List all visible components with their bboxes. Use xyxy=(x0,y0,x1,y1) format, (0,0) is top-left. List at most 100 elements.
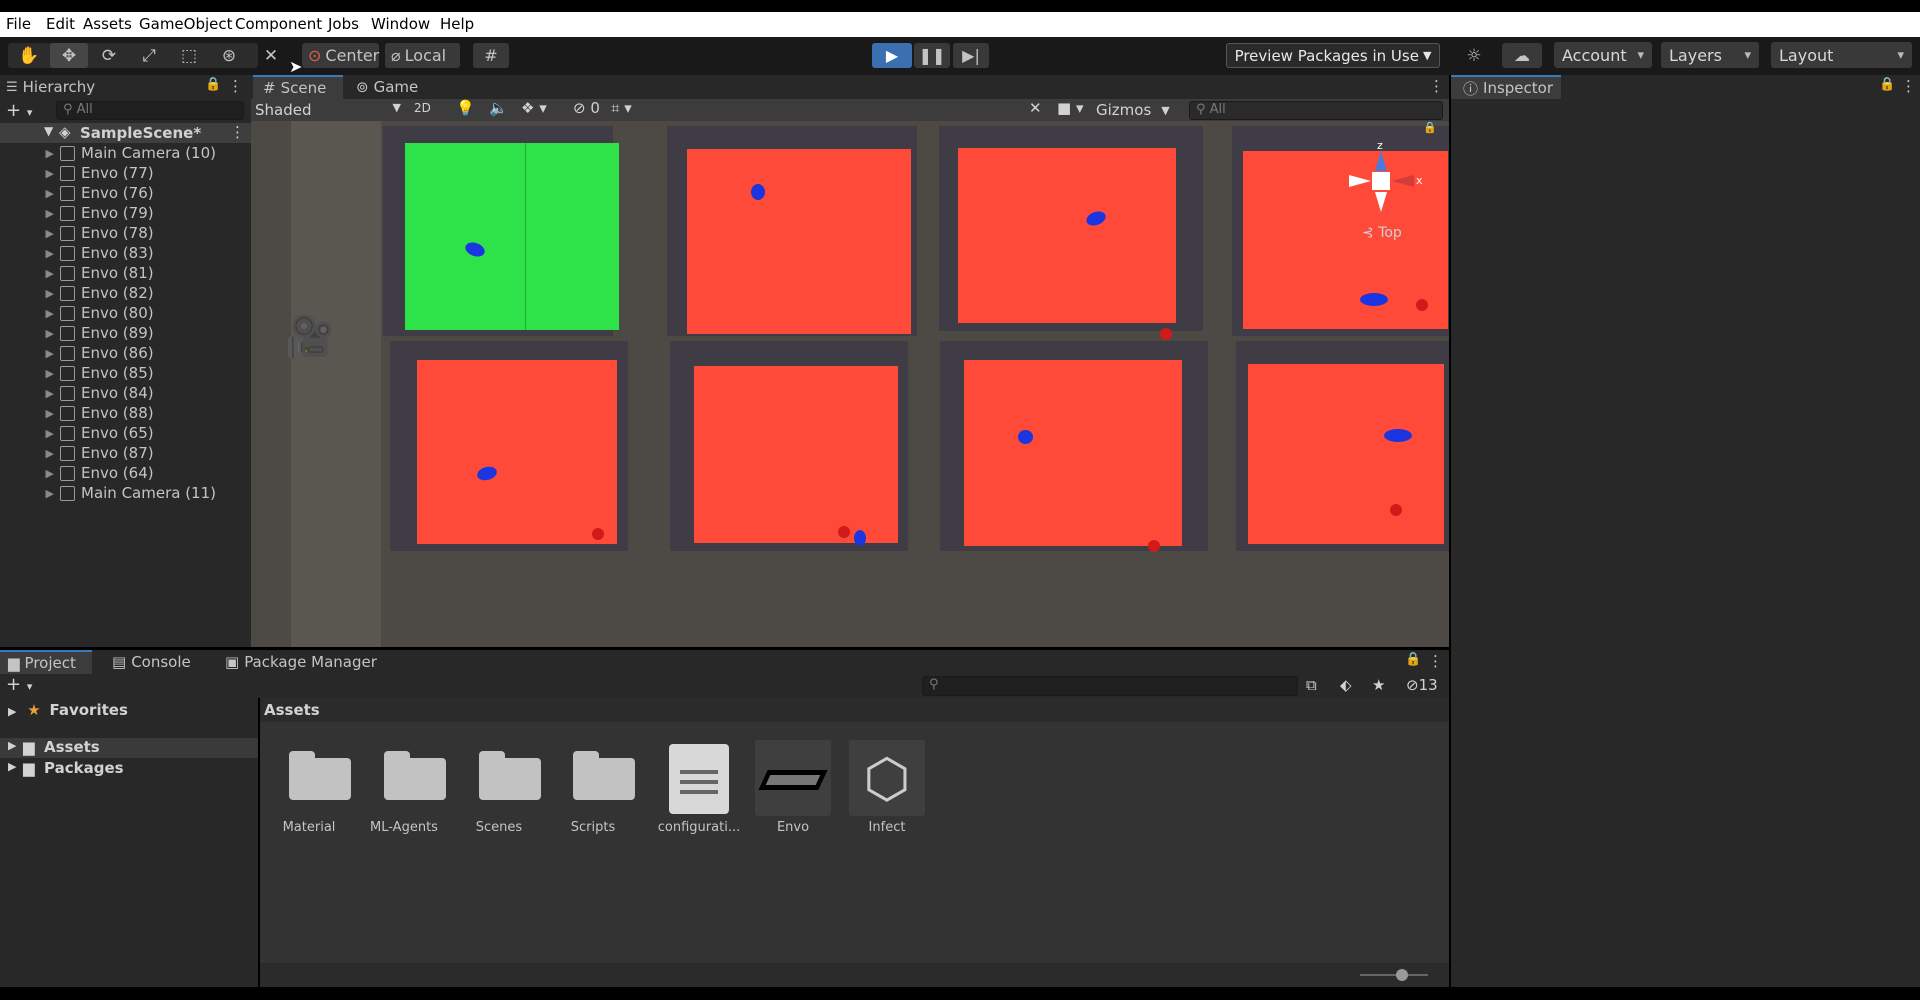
lighting-toggle-icon[interactable]: 💡 xyxy=(456,99,475,117)
scale-tool-icon[interactable]: ⤢ xyxy=(130,43,168,68)
folder-scenes-icon[interactable] xyxy=(479,748,541,800)
menu-component[interactable]: Component xyxy=(235,15,322,33)
expand-arrow-icon[interactable]: ▶ xyxy=(0,227,60,240)
agent-red[interactable] xyxy=(1148,540,1160,552)
create-asset-icon[interactable]: + ▾ xyxy=(6,674,32,695)
environment-top-2[interactable] xyxy=(667,126,917,354)
agent-blue[interactable] xyxy=(463,239,487,260)
agent-blue[interactable] xyxy=(1360,293,1388,306)
hierarchy-item[interactable]: ▶ Envo (87) xyxy=(0,443,251,463)
project-lock-icon[interactable]: 🔒 xyxy=(1405,652,1421,667)
negative-x-cone[interactable] xyxy=(1349,175,1371,187)
move-tool-icon[interactable]: ✥ xyxy=(50,43,88,68)
effects-toggle-icon[interactable]: ❖ ▾ xyxy=(521,99,547,117)
expand-arrow-icon[interactable]: ▼ xyxy=(44,124,53,138)
tab-console[interactable]: ▤ Console xyxy=(112,650,191,674)
hierarchy-item[interactable]: ▶ Envo (65) xyxy=(0,423,251,443)
environment-bottom-1[interactable] xyxy=(390,341,628,551)
audio-toggle-icon[interactable]: 🔈 xyxy=(489,99,508,117)
expand-arrow-icon[interactable]: ▶ xyxy=(0,187,60,200)
hierarchy-item[interactable]: ▶ Envo (83) xyxy=(0,243,251,263)
rect-tool-icon[interactable]: ⬚ xyxy=(170,43,208,68)
expand-arrow-icon[interactable]: ▶ xyxy=(0,307,60,320)
text-file-icon[interactable] xyxy=(669,744,729,814)
hierarchy-item[interactable]: ▶ Envo (80) xyxy=(0,303,251,323)
hierarchy-item[interactable]: ▶ Main Camera (11) xyxy=(0,483,251,503)
project-more-icon[interactable]: ⋮ xyxy=(1428,652,1443,670)
scene-menu-icon[interactable]: ⋮ xyxy=(230,123,245,141)
hierarchy-item[interactable]: ▶ Envo (89) xyxy=(0,323,251,343)
visibility-toggle-icon[interactable]: ⊘ 0 xyxy=(573,99,600,117)
environment-top-3[interactable] xyxy=(939,126,1203,340)
project-search-input[interactable]: ⚲ xyxy=(922,676,1298,696)
menu-jobs[interactable]: Jobs xyxy=(328,15,359,33)
gizmo-lock-icon[interactable]: 🔒 xyxy=(1423,121,1437,134)
inspector-more-icon[interactable]: ⋮ xyxy=(1901,77,1916,95)
custom-tool-icon[interactable]: ✕ xyxy=(252,43,290,68)
grid-snap-button[interactable]: # xyxy=(473,43,509,68)
z-axis-cone[interactable] xyxy=(1375,151,1387,171)
model-infect-icon[interactable]: ⬡ xyxy=(849,740,925,816)
scene-orientation-gizmo[interactable]: z x ⊰ Top xyxy=(1346,139,1436,259)
agent-blue[interactable] xyxy=(1018,430,1033,444)
step-button[interactable]: ▶| xyxy=(953,43,989,68)
hidden-packages-toggle[interactable]: ⊘13 xyxy=(1406,676,1438,694)
expand-arrow-icon[interactable]: ▶ xyxy=(0,207,60,220)
add-object-icon[interactable]: + ▾ xyxy=(6,100,32,121)
expand-arrow-icon[interactable]: ▶ xyxy=(0,147,60,160)
agent-red[interactable] xyxy=(838,526,850,538)
asset-breadcrumb[interactable]: Assets xyxy=(260,698,1449,722)
packages-tree-row[interactable]: ▶ ▆ Packages xyxy=(0,759,258,779)
environment-top-1[interactable] xyxy=(383,126,619,355)
expand-arrow-icon[interactable]: ▶ xyxy=(0,427,60,440)
hierarchy-item[interactable]: ▶ Main Camera (10) xyxy=(0,143,251,163)
agent-blue[interactable] xyxy=(854,530,866,546)
gizmos-dropdown[interactable]: Gizmos ▼ xyxy=(1096,99,1176,121)
cloud-button[interactable]: ☁ xyxy=(1502,43,1542,68)
folder-ml-agents-icon[interactable] xyxy=(384,748,446,800)
folder-material-icon[interactable] xyxy=(289,748,351,800)
layers-dropdown[interactable]: Layers xyxy=(1661,42,1759,68)
expand-arrow-icon[interactable]: ▶ xyxy=(0,367,60,380)
transform-tool-icon[interactable]: ⊛ xyxy=(210,43,248,68)
folder-scripts-icon[interactable] xyxy=(573,748,635,800)
scene-row[interactable]: ▼ ◈ SampleScene* ⋮ xyxy=(0,123,251,143)
scene-search-input[interactable]: ⚲ All xyxy=(1189,101,1443,120)
agent-blue[interactable] xyxy=(475,464,499,483)
preview-packages-button[interactable]: Preview Packages in Use ▼ xyxy=(1226,43,1440,68)
expand-arrow-icon[interactable]: ▶ xyxy=(0,267,60,280)
shading-mode-dropdown[interactable]: Shaded ▼ xyxy=(255,101,401,119)
icon-size-slider-track[interactable] xyxy=(1360,974,1428,976)
hierarchy-item[interactable]: ▶ Envo (81) xyxy=(0,263,251,283)
environment-bottom-3[interactable] xyxy=(940,341,1208,552)
expand-arrow-icon[interactable]: ▶ xyxy=(0,287,60,300)
negative-y-cone[interactable] xyxy=(1375,192,1387,212)
tab-package-manager[interactable]: ▣ Package Manager xyxy=(225,650,377,674)
tab-project[interactable]: ▆ Project xyxy=(0,650,92,674)
more-menu-icon[interactable]: ⋮ xyxy=(228,77,243,95)
menu-assets[interactable]: Assets xyxy=(83,15,132,33)
menu-gameobject[interactable]: GameObject xyxy=(139,15,233,33)
favorites-row[interactable]: ▶ ★ Favorites xyxy=(8,701,258,721)
pause-button[interactable]: ❚❚ xyxy=(914,43,950,68)
tools-toggle-icon[interactable]: ✕ xyxy=(1029,99,1042,117)
pivot-local-button[interactable]: ⌀ Local xyxy=(385,43,460,68)
expand-arrow-icon[interactable]: ▶ xyxy=(0,447,60,460)
hierarchy-item[interactable]: ▶ Envo (85) xyxy=(0,363,251,383)
hierarchy-item[interactable]: ▶ Envo (82) xyxy=(0,283,251,303)
menu-window[interactable]: Window xyxy=(371,15,430,33)
hierarchy-search-input[interactable]: ⚲ All xyxy=(56,101,244,120)
layout-dropdown[interactable]: Layout xyxy=(1771,42,1912,68)
view-label[interactable]: ⊰ Top xyxy=(1362,225,1402,241)
play-button[interactable]: ▶ xyxy=(872,43,912,68)
rotate-tool-icon[interactable]: ⟳ xyxy=(90,43,128,68)
agent-red[interactable] xyxy=(1160,328,1172,340)
environment-bottom-2[interactable] xyxy=(670,341,908,551)
search-by-label-icon[interactable]: ⬖ xyxy=(1340,676,1352,694)
tab-game[interactable]: ⊚ Game xyxy=(356,75,418,99)
expand-arrow-icon[interactable]: ▶ xyxy=(0,167,60,180)
expand-arrow-icon[interactable]: ▶ xyxy=(0,387,60,400)
hand-tool-icon[interactable]: ✋ xyxy=(10,43,48,68)
environment-bottom-4[interactable] xyxy=(1236,341,1449,551)
scene-more-icon[interactable]: ⋮ xyxy=(1429,77,1444,95)
